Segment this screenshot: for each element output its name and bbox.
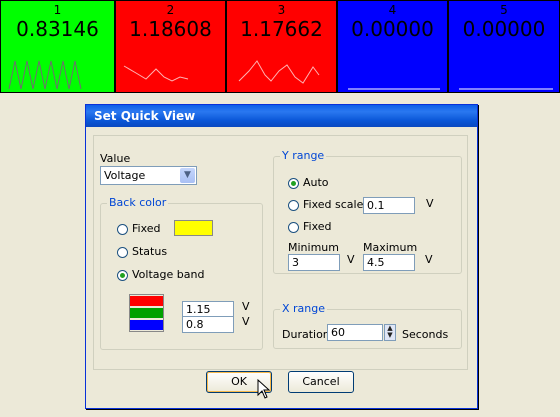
set-quick-view-dialog: Set Quick View Value Voltage ▼ Back colo… xyxy=(85,104,478,409)
y-range-fixed-scale-label: Fixed scale xyxy=(303,198,364,211)
panel-sparkline xyxy=(123,65,189,82)
fixed-scale-unit: V xyxy=(426,197,434,210)
panel-sparkline xyxy=(8,60,82,90)
band-lower-input[interactable]: 0.8 xyxy=(182,316,234,333)
panel-number: 4 xyxy=(388,3,397,17)
duration-unit: Seconds xyxy=(402,328,449,341)
back-color-status-label: Status xyxy=(132,245,168,258)
quick-view-panel-4[interactable]: 4 0.00000 xyxy=(337,0,448,93)
y-range-fixed-radio[interactable] xyxy=(288,222,299,233)
spin-down-icon[interactable]: ▼ xyxy=(385,332,395,339)
panel-value: 0.00000 xyxy=(351,17,434,41)
maximum-unit: V xyxy=(425,253,433,266)
back-color-status-radio[interactable] xyxy=(117,247,128,258)
duration-spinner[interactable]: ▲ ▼ xyxy=(384,324,396,341)
cancel-button[interactable]: Cancel xyxy=(288,371,354,393)
y-range-title: Y range xyxy=(280,149,327,162)
y-range-fixed-label: Fixed xyxy=(303,220,332,233)
panel-value: 0.00000 xyxy=(462,17,546,41)
mouse-pointer-icon xyxy=(257,379,271,399)
maximum-input[interactable]: 4.5 xyxy=(363,254,415,271)
panel-value: 1.18608 xyxy=(129,17,212,41)
back-color-voltage-band-radio[interactable] xyxy=(117,270,128,281)
duration-label: Duration xyxy=(282,328,330,341)
panel-sparkline xyxy=(348,88,440,90)
panel-number: 2 xyxy=(166,3,175,17)
value-select[interactable]: Voltage ▼ xyxy=(100,166,197,185)
back-color-fixed-label: Fixed xyxy=(132,222,161,235)
dialog-content-frame: Value Voltage ▼ Back color Fixed Status … xyxy=(93,135,468,370)
band-color-low xyxy=(130,320,163,330)
fixed-color-swatch[interactable] xyxy=(174,220,213,236)
panel-number: 5 xyxy=(500,3,508,17)
y-range-group: Y range Auto Fixed scale 0.1 V Fixed Min… xyxy=(273,149,462,274)
panel-value: 0.83146 xyxy=(16,17,99,41)
panel-sparkline xyxy=(238,60,320,84)
quick-view-panel-2[interactable]: 2 1.18608 xyxy=(115,0,226,93)
quick-view-panel-5[interactable]: 5 0.00000 xyxy=(448,0,560,93)
y-range-fixed-scale-radio[interactable] xyxy=(288,200,299,211)
value-label: Value xyxy=(100,152,131,165)
duration-input[interactable]: 60 xyxy=(327,324,383,341)
x-range-title: X range xyxy=(280,302,328,315)
panel-number: 1 xyxy=(53,3,62,17)
back-color-fixed-radio[interactable] xyxy=(117,224,128,235)
maximum-label: Maximum xyxy=(363,241,418,254)
panel-sparkline xyxy=(459,88,553,90)
voltage-band-colors xyxy=(129,294,164,332)
chevron-down-icon[interactable]: ▼ xyxy=(180,168,195,183)
band-upper-unit: V xyxy=(242,300,250,313)
minimum-unit: V xyxy=(347,253,355,266)
value-select-text: Voltage xyxy=(104,169,146,182)
back-color-title: Back color xyxy=(107,196,169,209)
band-color-normal xyxy=(130,308,163,318)
y-range-auto-label: Auto xyxy=(303,176,329,189)
quick-view-panel-3[interactable]: 3 1.17662 xyxy=(226,0,337,93)
panel-value: 1.17662 xyxy=(240,17,323,41)
panel-number: 3 xyxy=(277,3,286,17)
band-color-high xyxy=(130,296,163,306)
minimum-label: Minimum xyxy=(288,241,339,254)
back-color-voltage-band-label: Voltage band xyxy=(132,268,205,281)
y-range-auto-radio[interactable] xyxy=(288,178,299,189)
fixed-scale-input[interactable]: 0.1 xyxy=(363,197,415,214)
x-range-group: X range Duration 60 ▲ ▼ Seconds xyxy=(273,302,462,349)
quick-view-panel-1[interactable]: 1 0.83146 xyxy=(0,0,115,93)
back-color-group: Back color Fixed Status Voltage band 1.1… xyxy=(100,196,263,350)
dialog-title: Set Quick View xyxy=(86,105,477,127)
quick-view-strip: 1 0.83146 2 1.18608 3 1.17662 4 0.00000 … xyxy=(0,0,560,95)
band-lower-unit: V xyxy=(242,315,250,328)
minimum-input[interactable]: 3 xyxy=(288,254,340,271)
